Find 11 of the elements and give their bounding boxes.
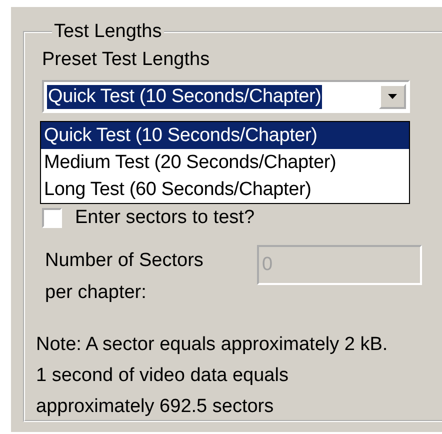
sectors-label: Number of Sectors per chapter: (45, 249, 204, 305)
preset-label: Preset Test Lengths (42, 48, 211, 72)
dropdown-option[interactable]: Quick Test (10 Seconds/Chapter) (41, 122, 409, 149)
group-title: Test Lengths (53, 22, 163, 42)
checkbox-label: Enter sectors to test? (75, 207, 255, 229)
checkbox[interactable] (42, 208, 62, 228)
dropdown-button[interactable] (379, 84, 406, 109)
dropdown-value: Quick Test (10 Seconds/Chapter) (47, 84, 322, 108)
preset-dropdown[interactable]: Quick Test (10 Seconds/Chapter) (42, 80, 410, 113)
note-text: Note: A sector equals approximately 2 kB. 1 second of video data equals approximately 692.5 sectors (36, 333, 389, 419)
caret-icon (388, 94, 397, 99)
